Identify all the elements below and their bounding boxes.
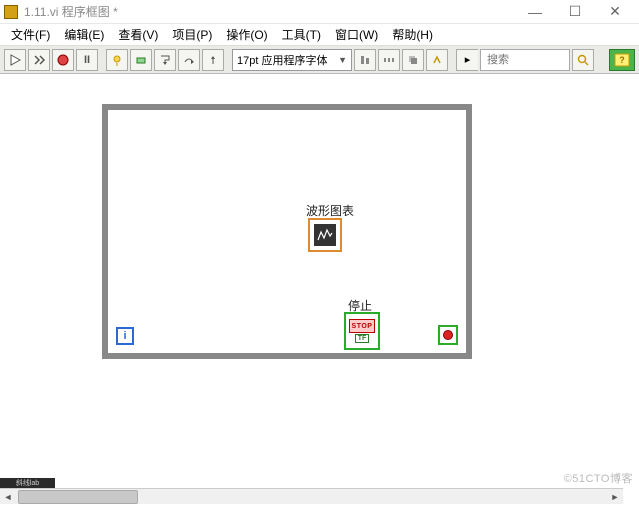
taskbar-fragment: 斜线lab — [0, 478, 55, 488]
context-help-button[interactable]: ? — [609, 49, 635, 71]
app-icon — [4, 5, 18, 19]
menu-edit[interactable]: 编辑(E) — [57, 26, 111, 43]
maximize-button[interactable]: ☐ — [555, 0, 595, 24]
horizontal-scrollbar[interactable]: ◄ ► — [0, 488, 623, 504]
toolbar: II 17pt 应用程序字体 ▼ ▸ ? — [0, 46, 639, 74]
abort-button[interactable] — [52, 49, 74, 71]
cleanup-button[interactable] — [426, 49, 448, 71]
menubar: 文件(F) 编辑(E) 查看(V) 项目(P) 操作(O) 工具(T) 窗口(W… — [0, 24, 639, 46]
watermark-text: ©51CTO博客 — [564, 470, 633, 486]
menu-project[interactable]: 项目(P) — [165, 26, 219, 43]
minimize-button[interactable]: — — [515, 0, 555, 24]
highlight-exec-button[interactable] — [106, 49, 128, 71]
dropdown-arrow-icon: ▼ — [338, 55, 347, 65]
stop-button-terminal[interactable]: STOP TF — [344, 312, 380, 350]
search-button[interactable] — [572, 49, 594, 71]
pause-button[interactable]: II — [76, 49, 98, 71]
iteration-terminal[interactable]: i — [116, 327, 134, 345]
font-label: 17pt 应用程序字体 — [237, 52, 327, 68]
waveform-chart-label: 波形图表 — [306, 202, 354, 219]
reorder-button[interactable] — [402, 49, 424, 71]
menu-help[interactable]: 帮助(H) — [385, 26, 440, 43]
while-loop-structure[interactable]: 波形图表 停止 STOP TF i — [102, 104, 472, 359]
loop-condition-terminal[interactable] — [438, 325, 458, 345]
scrollbar-thumb[interactable] — [18, 490, 138, 504]
stop-if-true-icon — [443, 330, 453, 340]
font-selector[interactable]: 17pt 应用程序字体 ▼ — [232, 49, 352, 71]
menu-file[interactable]: 文件(F) — [4, 26, 57, 43]
menu-window[interactable]: 窗口(W) — [328, 26, 385, 43]
svg-text:?: ? — [619, 55, 625, 65]
block-diagram-canvas[interactable]: 波形图表 停止 STOP TF i 斜线lab ◄ ► ©51CTO博客 — [0, 74, 639, 504]
close-button[interactable]: ✕ — [595, 0, 635, 24]
waveform-chart-terminal[interactable] — [308, 218, 342, 252]
step-into-button[interactable] — [154, 49, 176, 71]
scroll-left-arrow-icon[interactable]: ◄ — [0, 489, 16, 505]
search-box[interactable] — [480, 49, 570, 71]
waveform-chart-icon — [314, 224, 336, 246]
run-continuous-button[interactable] — [28, 49, 50, 71]
distribute-button[interactable] — [378, 49, 400, 71]
menu-tools[interactable]: 工具(T) — [275, 26, 328, 43]
window-title: 1.11.vi 程序框图 * — [24, 3, 118, 20]
stop-icon: STOP — [349, 319, 375, 333]
scroll-right-arrow-icon[interactable]: ► — [607, 489, 623, 505]
search-trigger-icon[interactable]: ▸ — [456, 49, 478, 71]
retain-wire-button[interactable] — [130, 49, 152, 71]
run-button[interactable] — [4, 49, 26, 71]
step-out-button[interactable] — [202, 49, 224, 71]
titlebar: 1.11.vi 程序框图 * — ☐ ✕ — [0, 0, 639, 24]
search-input[interactable] — [485, 53, 555, 67]
step-over-button[interactable] — [178, 49, 200, 71]
menu-view[interactable]: 查看(V) — [111, 26, 165, 43]
align-button[interactable] — [354, 49, 376, 71]
menu-operate[interactable]: 操作(O) — [219, 26, 274, 43]
boolean-tf-badge: TF — [355, 334, 370, 343]
